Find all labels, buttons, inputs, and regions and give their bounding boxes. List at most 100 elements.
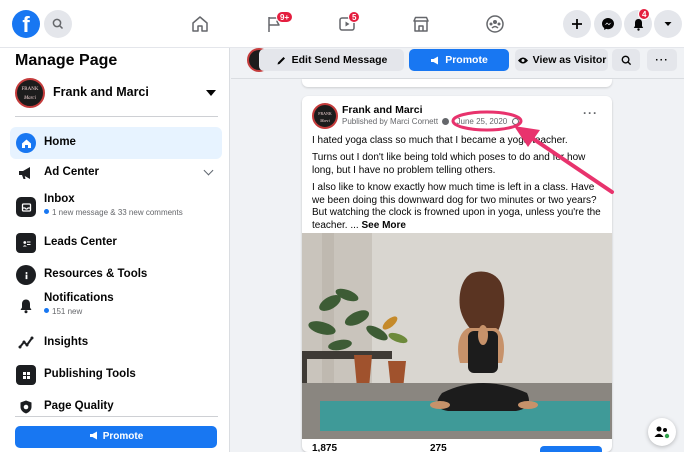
groups-icon	[486, 15, 504, 33]
promote-label: Promote	[445, 54, 488, 66]
unread-dot	[44, 209, 49, 214]
sidebar-promote-button[interactable]: Promote	[15, 426, 217, 448]
home-nav-tab[interactable]	[188, 12, 212, 36]
bell-icon	[16, 296, 36, 316]
home-icon	[16, 133, 36, 153]
search-icon	[52, 18, 64, 30]
divider	[15, 416, 218, 417]
view-as-visitor-button[interactable]: View as Visitor	[515, 49, 608, 71]
insights-icon	[16, 333, 36, 353]
sidebar-item-label: Home	[44, 136, 76, 148]
post-options-button[interactable]: ···	[583, 106, 598, 120]
groups-nav-tab[interactable]	[483, 12, 507, 36]
feed-post: FRANK Marci Frank and Marci Published by…	[302, 96, 612, 452]
sidebar-item-label: Inbox	[44, 193, 75, 205]
messenger-button[interactable]	[594, 10, 622, 38]
post-paragraph: I hated yoga class so much that I became…	[312, 135, 568, 146]
page-avatar: FRANK Marci	[15, 78, 45, 108]
search-icon	[621, 55, 631, 65]
messenger-icon	[602, 18, 614, 30]
published-by: Published by Marci Cornett	[342, 117, 439, 126]
sidebar-item-notifications[interactable]: Notifications 151 new	[10, 290, 222, 322]
chevron-down-icon[interactable]	[203, 165, 214, 176]
post-paragraph-with-more: I also like to know exactly how much tim…	[312, 182, 604, 232]
page-avatar-script: Marci	[23, 96, 37, 101]
leads-icon	[16, 233, 36, 253]
view-as-visitor-label: View as Visitor	[532, 54, 607, 66]
sidebar-item-label: Leads Center	[44, 236, 117, 248]
post-date[interactable]: June 25, 2020	[457, 117, 508, 126]
promote-button[interactable]: Promote	[409, 49, 509, 71]
sidebar-item-resources-tools[interactable]: Resources & Tools	[10, 259, 222, 291]
page-switcher[interactable]: FRANK Marci Frank and Marci	[15, 78, 220, 108]
globe-icon	[512, 118, 520, 125]
post-reach: 1,875	[312, 443, 338, 452]
post-author-avatar[interactable]: FRANK Marci	[312, 103, 338, 129]
pencil-icon	[277, 56, 285, 64]
notifications-status: 151 new	[44, 307, 82, 316]
edit-send-message-button[interactable]: Edit Send Message	[259, 49, 404, 71]
inbox-status: 1 new message & 33 new comments	[44, 208, 183, 217]
sidebar-item-ad-center[interactable]: Ad Center	[10, 157, 222, 189]
sidebar-item-label: Resources & Tools	[44, 268, 148, 280]
pages-badge: 9+	[276, 11, 294, 23]
post-engagements: 275	[430, 443, 447, 452]
more-options-button[interactable]: ···	[647, 49, 677, 71]
sidebar-item-publishing-tools[interactable]: Publishing Tools	[10, 359, 222, 391]
sidebar-item-home[interactable]: Home	[10, 127, 222, 159]
sidebar-item-insights[interactable]: Insights	[10, 327, 222, 359]
boost-post-button[interactable]	[540, 446, 602, 452]
megaphone-icon	[431, 56, 439, 64]
inbox-icon	[16, 197, 36, 217]
edit-send-message-label: Edit Send Message	[291, 54, 388, 66]
publishing-icon	[16, 365, 36, 385]
more-dots-icon: ···	[655, 54, 669, 66]
sidebar-title: Manage Page	[15, 52, 118, 69]
sidebar-item-label: Page Quality	[44, 400, 114, 412]
post-photo[interactable]	[302, 233, 612, 439]
info-icon	[16, 265, 36, 285]
page-search-button[interactable]	[612, 49, 640, 71]
see-more-link[interactable]: See More	[362, 220, 406, 231]
account-menu-button[interactable]	[654, 10, 682, 38]
inbox-status-text: 1 new message & 33 new comments	[52, 208, 183, 217]
post-meta: Published by Marci Cornett June 25, 2020	[342, 117, 520, 126]
create-plus-icon	[572, 19, 582, 29]
chat-button[interactable]	[648, 418, 676, 446]
marketplace-icon	[413, 16, 429, 32]
post-paragraph: Turns out I don't like being told which …	[312, 152, 586, 176]
divider	[15, 116, 218, 117]
sidebar-item-label: Publishing Tools	[44, 368, 136, 380]
help-icon	[442, 118, 450, 125]
sidebar-item-leads-center[interactable]: Leads Center	[10, 227, 222, 259]
create-button[interactable]	[563, 10, 591, 38]
people-chat-icon	[654, 426, 670, 439]
caret-down-icon	[206, 90, 216, 96]
ellipsis: ...	[347, 219, 362, 231]
sidebar-item-inbox[interactable]: Inbox 1 new message & 33 new comments	[10, 191, 222, 223]
manage-page-sidebar: Manage Page FRANK Marci Frank and Marci …	[0, 48, 230, 452]
sidebar-item-label: Ad Center	[44, 166, 99, 178]
sidebar-item-label: Insights	[44, 336, 89, 348]
notifications-status-text: 151 new	[52, 307, 83, 316]
previous-post-edge	[302, 79, 612, 87]
home-icon	[192, 16, 208, 32]
account-caret-icon	[664, 22, 672, 26]
page-action-bar: Edit Send Message Promote View as Visito…	[231, 48, 684, 74]
post-author-name[interactable]: Frank and Marci	[342, 104, 423, 116]
page-name: Frank and Marci	[53, 85, 149, 99]
search-button[interactable]	[44, 10, 72, 38]
sidebar-item-page-quality[interactable]: Page Quality	[10, 391, 222, 423]
unread-dot	[44, 308, 49, 313]
megaphone-icon	[89, 431, 97, 440]
sidebar-item-label: Notifications	[44, 292, 114, 304]
eye-icon	[517, 57, 528, 63]
post-avatar-script: Marci	[320, 118, 330, 123]
marketplace-nav-tab[interactable]	[409, 12, 433, 36]
sidebar-promote-label: Promote	[102, 431, 144, 442]
post-avatar-logo: FRANK	[318, 111, 332, 116]
facebook-logo[interactable]: f	[12, 10, 40, 38]
megaphone-icon	[16, 163, 36, 183]
page-avatar-logo: FRANK	[21, 87, 39, 92]
shield-icon	[16, 397, 36, 417]
